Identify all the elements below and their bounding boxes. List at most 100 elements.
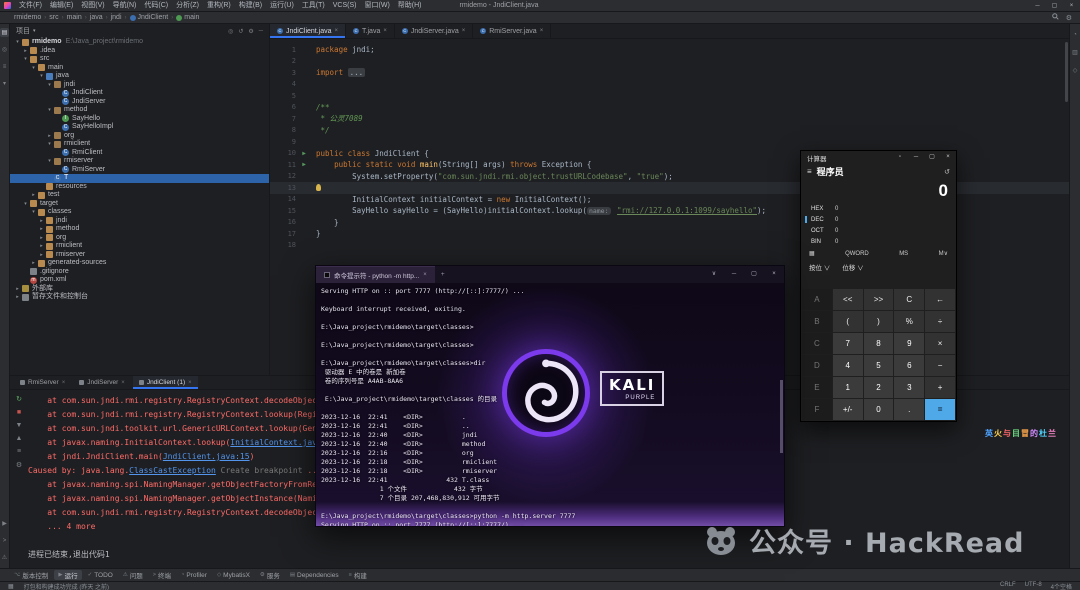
code-line[interactable]: 3 import ... [270,67,1069,79]
tree-item[interactable]: ▾ java [10,72,269,81]
search-icon[interactable] [1051,13,1059,22]
tree-toggle-icon[interactable]: ▸ [38,225,45,234]
tree-item[interactable]: ▾ rmiserver [10,157,269,166]
hamburger-menu-icon[interactable]: ≡ [807,167,812,176]
tab-close-icon[interactable]: × [462,28,466,34]
terminal-minimize-button[interactable]: ─ [724,266,744,283]
calc-key-.[interactable]: . [894,399,925,420]
soft-wrap-icon[interactable]: ≡ [17,448,21,455]
tab-close-icon[interactable]: × [540,28,544,34]
tree-toggle-icon[interactable]: ▾ [14,38,21,47]
tree-item[interactable]: C RmiClient [10,149,269,158]
calc-key-4[interactable]: 4 [832,355,863,376]
project-icon[interactable]: ▤ [0,28,9,37]
bitwise-dropdown[interactable]: 按位 ∨ [809,262,830,272]
tree-toggle-icon[interactable]: ▸ [38,217,45,226]
run-tab-close-icon[interactable]: × [188,380,192,386]
terminal-titlebar[interactable]: 命令提示符 - python -m http... × + ∨ ─ ▢ × [316,266,784,283]
calculator-close-button[interactable]: × [940,151,956,164]
tool-window-button-plugin[interactable]: ◇ MybatisX [213,570,254,580]
editor-scrollbar[interactable] [1065,42,1068,102]
calc-key-8[interactable]: 8 [863,333,894,354]
stop-icon[interactable]: ■ [17,409,21,416]
tree-toggle-icon[interactable]: ▾ [46,157,53,166]
menu-item[interactable]: 编辑(E) [46,0,77,12]
code-line[interactable]: 1 package jndi; [270,44,1069,56]
calc-key-A[interactable]: A [802,289,832,310]
menu-item[interactable]: 代码(C) [140,0,172,12]
hide-panel-icon[interactable]: ─ [259,28,263,35]
tree-toggle-icon[interactable]: ▸ [30,191,37,200]
radix-row-hex[interactable]: HEX 0 [805,203,952,214]
run-gutter-icon[interactable]: ▶ [296,148,312,160]
calc-key-<<[interactable]: << [832,289,863,310]
tree-toggle-icon[interactable]: ▸ [14,293,21,302]
breadcrumb-item[interactable]: main [67,14,82,21]
problems-icon[interactable]: ⚠ [0,553,9,562]
run-tab-close-icon[interactable]: × [62,380,66,386]
calculator-maximize-button[interactable]: ▢ [924,151,940,164]
terminal-dropdown-icon[interactable]: ∨ [704,266,724,283]
calc-key-×[interactable]: × [925,333,955,354]
tree-item[interactable]: ▾ jndi [10,81,269,90]
tab-close-icon[interactable]: × [383,28,387,34]
terminal-close-button[interactable]: × [764,266,784,283]
shift-dropdown[interactable]: 位移 ∨ [842,262,863,272]
intention-bulb-icon[interactable] [316,184,321,191]
terminal-new-tab-button[interactable]: + [435,266,451,283]
window-minimize-button[interactable]: ─ [1029,0,1046,12]
breadcrumb-item[interactable]: JndiClient [129,14,168,21]
calc-key-B[interactable]: B [802,311,832,332]
tree-item[interactable]: ▾ src [10,55,269,64]
scroll-down-icon[interactable]: ▼ [16,422,23,429]
terminal-icon[interactable]: > [0,536,9,545]
history-icon[interactable]: ↺ [944,168,950,176]
tree-item[interactable]: C RmiServer [10,166,269,175]
tree-item[interactable]: CT [10,174,269,183]
calc-key-2[interactable]: 2 [863,377,894,398]
stacktrace-link[interactable]: JndiClient.java:15 [163,452,250,461]
radix-row-oct[interactable]: OCT 0 [805,225,952,236]
editor-tab[interactable]: C RmiServer.java × [473,24,552,38]
terminal-tab[interactable]: 命令提示符 - python -m http... × [316,266,435,283]
tree-toggle-icon[interactable]: ▸ [46,132,53,141]
memory-store-button[interactable]: MS [899,251,908,257]
calculator-titlebar[interactable]: 计算器 ▫ ─ ▢ × [801,151,956,164]
tree-toggle-icon[interactable]: ▸ [38,242,45,251]
tree-item[interactable]: .gitignore [10,268,269,277]
tree-item[interactable]: ▾ method [10,106,269,115]
tree-item[interactable]: C JndiClient [10,89,269,98]
calc-key-=[interactable]: = [925,399,955,420]
tool-window-button-deps[interactable]: ▤ Dependencies [286,570,343,580]
status-widget[interactable]: CRLF [1000,582,1016,590]
tree-item[interactable]: ▾ classes [10,208,269,217]
status-widget[interactable]: 4个空格 [1051,582,1072,590]
tree-toggle-icon[interactable]: ▾ [30,64,37,73]
project-panel-title[interactable]: 项目 [16,26,30,36]
radix-row-dec[interactable]: DEC 0 [805,214,952,225]
memory-menu-button[interactable]: M∨ [939,250,948,257]
calc-key-3[interactable]: 3 [894,377,925,398]
rerun-icon[interactable]: ↻ [16,395,22,403]
tree-item[interactable]: ▸ .idea [10,47,269,56]
calc-key-+/-[interactable]: +/- [832,399,863,420]
bookmarks-icon[interactable]: ▾ [0,79,9,88]
window-close-button[interactable]: × [1063,0,1080,12]
tree-item[interactable]: ▸ org [10,234,269,243]
stacktrace-link[interactable]: ClassCastException [129,466,216,475]
terminal-tab-close-icon[interactable]: × [423,272,427,278]
status-grid-icon[interactable]: ▦ [8,583,14,590]
word-size-button[interactable]: QWORD [845,251,869,257]
tree-item[interactable]: ▸ org [10,132,269,141]
menu-item[interactable]: 运行(U) [266,0,298,12]
status-widget[interactable]: UTF-8 [1025,582,1042,590]
tool-window-button-run[interactable]: ▶ 运行 [54,570,82,580]
maven-icon[interactable]: ◇ [1071,66,1080,75]
breadcrumb-item[interactable]: jndi [111,14,122,21]
tree-toggle-icon[interactable]: ▾ [22,55,29,64]
tree-item[interactable]: ▾ rmidemo E:\Java_project\rmidemo [10,38,269,47]
code-line[interactable]: 2 [270,56,1069,68]
tool-window-button-todo[interactable]: ✓ TODO [84,570,117,580]
locate-file-icon[interactable]: ◎ [228,28,233,35]
tool-window-button-profiler[interactable]: ◔ Profiler [177,570,211,580]
